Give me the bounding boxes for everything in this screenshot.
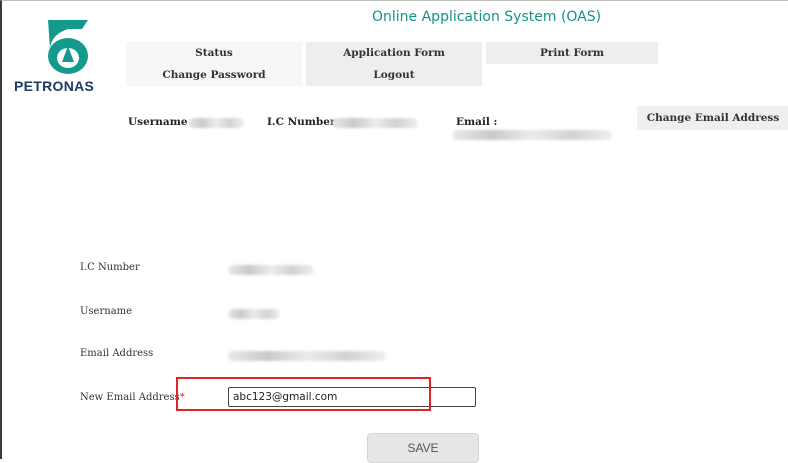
page-title: Online Application System (OAS) bbox=[372, 9, 602, 25]
email-address-value-redacted bbox=[228, 351, 386, 361]
username-field-label: Username bbox=[80, 306, 133, 317]
username-value-redacted bbox=[228, 309, 280, 319]
nav-status-button[interactable]: Status bbox=[126, 42, 302, 64]
save-button[interactable]: SAVE bbox=[367, 433, 479, 463]
email-info-value-redacted bbox=[452, 130, 612, 140]
new-email-address-label-text: New Email Address bbox=[80, 392, 180, 403]
nav-logout-button[interactable]: Logout bbox=[306, 64, 482, 86]
required-marker: * bbox=[179, 392, 185, 403]
ic-number-value-redacted bbox=[228, 265, 314, 275]
ic-number-field-label: I.C Number bbox=[80, 262, 140, 273]
ic-number-info-value-redacted bbox=[332, 118, 418, 128]
brand-name: PETRONAS bbox=[14, 78, 95, 94]
nav-application-form-button[interactable]: Application Form bbox=[306, 42, 482, 64]
new-email-address-field-label: New Email Address* bbox=[80, 392, 185, 403]
nav-change-password-button[interactable]: Change Password bbox=[126, 64, 302, 86]
username-info-value-redacted bbox=[188, 118, 244, 128]
email-info-label: Email : bbox=[456, 116, 498, 128]
nav-print-form-button[interactable]: Print Form bbox=[486, 42, 658, 64]
new-email-address-input[interactable] bbox=[228, 387, 476, 407]
petronas-logo-icon bbox=[48, 20, 88, 74]
change-email-address-button[interactable]: Change Email Address bbox=[637, 106, 788, 130]
username-info-label: Username : bbox=[128, 116, 196, 128]
petronas-logo: PETRONAS bbox=[14, 14, 124, 94]
email-address-field-label: Email Address bbox=[80, 348, 154, 359]
